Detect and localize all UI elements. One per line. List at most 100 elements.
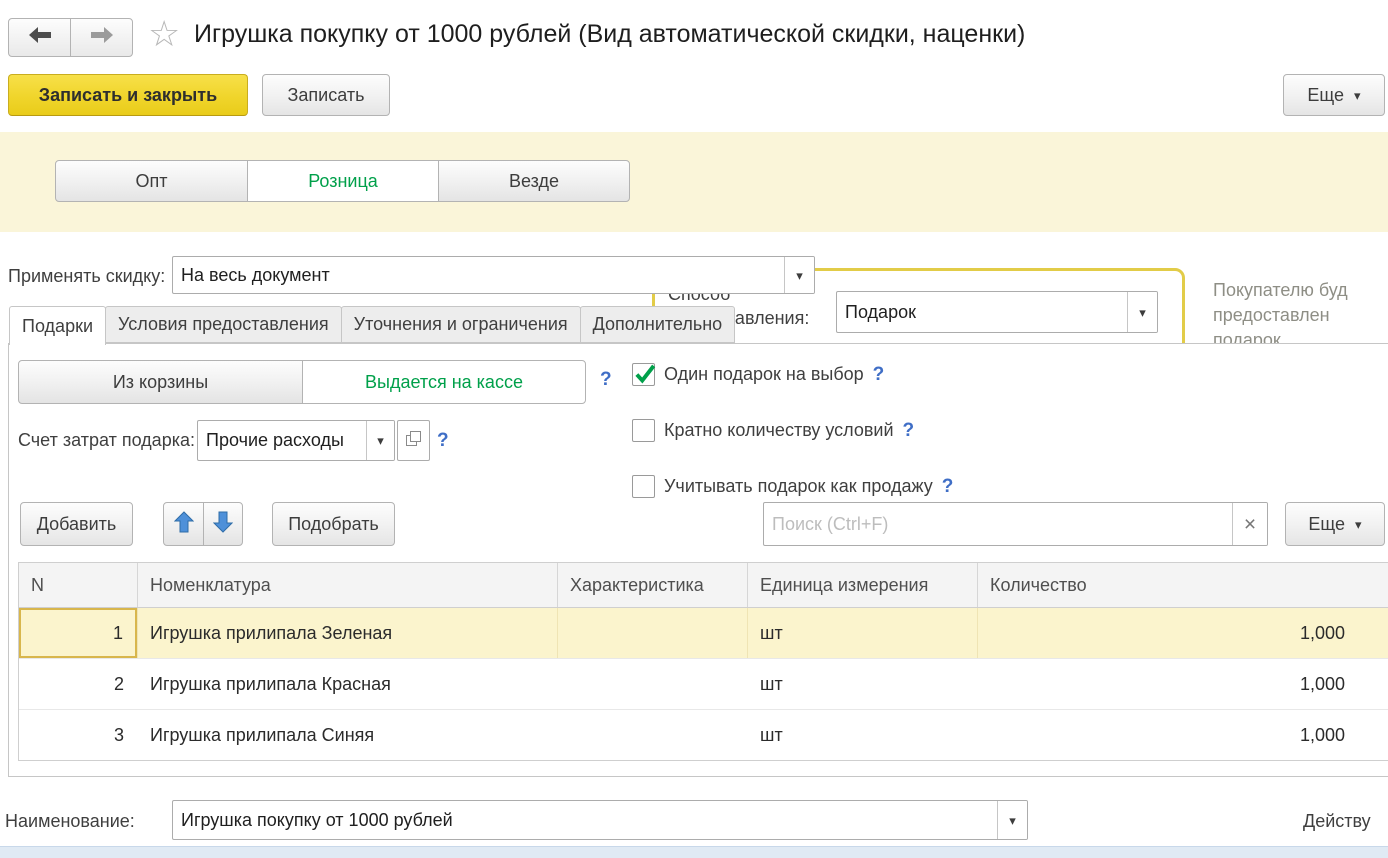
checkmark-icon	[632, 361, 658, 392]
cell-nomenclature[interactable]: Игрушка прилипала Красная	[138, 659, 558, 709]
cost-account-open-button[interactable]	[397, 420, 430, 461]
provision-method-combo[interactable]: ▾	[836, 291, 1158, 333]
chevron-down-icon: ▾	[796, 269, 803, 282]
cost-account-value[interactable]	[198, 421, 366, 460]
cost-account-help-icon[interactable]: ?	[437, 430, 449, 452]
discount-kind-window: ☆ Игрушка покупку от 1000 рублей (Вид ав…	[0, 0, 1388, 858]
forward-arrow-icon	[90, 26, 114, 49]
cell-nomenclature[interactable]: Игрушка прилипала Синяя	[138, 710, 558, 760]
checkbox-row-multiplicity: Кратно количеству условий ?	[632, 419, 914, 442]
table-row[interactable]: 3 Игрушка прилипала Синяя шт 1,000	[19, 710, 1388, 761]
forward-button[interactable]	[70, 18, 133, 57]
count-as-sale-checkbox[interactable]	[632, 475, 655, 498]
segment-roznica[interactable]: Розница	[247, 160, 439, 202]
header-nomenclature[interactable]: Номенклатура	[138, 563, 558, 607]
save-close-button[interactable]: Записать и закрыть	[8, 74, 248, 116]
header-characteristic[interactable]: Характеристика	[558, 563, 748, 607]
cell-nomenclature[interactable]: Игрушка прилипала Зеленая	[138, 608, 558, 658]
cell-qty[interactable]: 1,000	[978, 608, 1388, 658]
more-button-list[interactable]: Еще ▾	[1285, 502, 1385, 546]
chevron-down-icon: ▾	[377, 434, 384, 447]
count-as-sale-help-icon[interactable]: ?	[942, 476, 954, 498]
name-dropdown-button[interactable]: ▾	[997, 801, 1027, 839]
table-header-row: N Номенклатура Характеристика Единица из…	[19, 562, 1388, 608]
more-button-list-label: Еще	[1308, 514, 1345, 535]
chevron-down-icon: ▾	[1354, 89, 1361, 102]
provision-method-dropdown-button[interactable]: ▾	[1127, 292, 1157, 332]
apply-discount-value[interactable]	[173, 257, 784, 293]
multiplicity-checkbox[interactable]	[632, 419, 655, 442]
header-unit[interactable]: Единица измерения	[748, 563, 978, 607]
cell-unit[interactable]: шт	[748, 710, 978, 760]
chevron-down-icon: ▾	[1355, 518, 1362, 531]
one-gift-label: Один подарок на выбор	[664, 364, 864, 385]
tab-clarifications[interactable]: Уточнения и ограничения	[341, 306, 581, 343]
provision-hint-text: Покупателю буд предоставлен подарок.	[1213, 278, 1348, 353]
name-input[interactable]	[173, 801, 997, 839]
more-button-top-label: Еще	[1307, 85, 1344, 106]
cost-account-combo[interactable]: ▾	[197, 420, 395, 461]
cell-characteristic[interactable]	[558, 659, 748, 709]
scope-segment-group: Опт Розница Везде	[55, 160, 630, 202]
cell-n[interactable]: 2	[19, 659, 138, 709]
cell-unit[interactable]: шт	[748, 608, 978, 658]
multiplicity-help-icon[interactable]: ?	[903, 420, 915, 442]
more-button-top[interactable]: Еще ▾	[1283, 74, 1385, 116]
checkbox-row-one-gift: Один подарок на выбор ?	[632, 363, 884, 386]
cell-n[interactable]: 1	[19, 608, 138, 658]
count-as-sale-label: Учитывать подарок как продажу	[664, 476, 933, 497]
tab-gifts[interactable]: Подарки	[9, 306, 106, 345]
validity-label: Действу	[1303, 811, 1371, 832]
pick-button[interactable]: Подобрать	[272, 502, 395, 546]
search-clear-button[interactable]: ×	[1232, 503, 1267, 545]
provision-method-value[interactable]	[837, 292, 1127, 332]
header-qty[interactable]: Количество	[978, 563, 1388, 607]
move-buttons-group	[163, 502, 243, 546]
name-combo[interactable]: ▾	[172, 800, 1028, 840]
move-up-button[interactable]	[163, 502, 204, 546]
name-label: Наименование:	[5, 811, 135, 832]
cell-characteristic[interactable]	[558, 710, 748, 760]
header-n[interactable]: N	[19, 563, 138, 607]
one-gift-checkbox[interactable]	[632, 363, 655, 386]
tab-conditions[interactable]: Условия предоставления	[105, 306, 342, 343]
cell-qty[interactable]: 1,000	[978, 659, 1388, 709]
table-row[interactable]: 2 Игрушка прилипала Красная шт 1,000	[19, 659, 1388, 710]
cost-account-label: Счет затрат подарка:	[18, 430, 195, 451]
cell-characteristic[interactable]	[558, 608, 748, 658]
scope-panel: Опт Розница Везде Способ предоставления:…	[0, 132, 1388, 232]
tab-additional[interactable]: Дополнительно	[580, 306, 736, 343]
multiplicity-label: Кратно количеству условий	[664, 420, 894, 441]
source-segment-cashdesk[interactable]: Выдается на кассе	[302, 360, 586, 404]
segment-vezde[interactable]: Везде	[438, 160, 630, 202]
source-help-icon[interactable]: ?	[600, 369, 612, 391]
favorite-star-icon[interactable]: ☆	[148, 16, 180, 52]
apply-discount-label: Применять скидку:	[8, 266, 165, 287]
history-nav-group	[8, 18, 133, 57]
search-input[interactable]	[764, 503, 1232, 545]
cost-account-dropdown-button[interactable]: ▾	[366, 421, 394, 460]
page-title: Игрушка покупку от 1000 рублей (Вид авто…	[194, 20, 1025, 49]
search-box: ×	[763, 502, 1268, 546]
clear-icon: ×	[1244, 514, 1256, 535]
segment-opt[interactable]: Опт	[55, 160, 248, 202]
cell-unit[interactable]: шт	[748, 659, 978, 709]
arrow-down-icon	[213, 511, 233, 538]
source-segment-basket[interactable]: Из корзины	[18, 360, 303, 404]
cell-qty[interactable]: 1,000	[978, 710, 1388, 760]
add-button[interactable]: Добавить	[20, 502, 133, 546]
apply-discount-dropdown-button[interactable]: ▾	[784, 257, 814, 293]
gifts-table: N Номенклатура Характеристика Единица из…	[18, 562, 1388, 761]
gift-source-segment-group: Из корзины Выдается на кассе	[18, 360, 586, 404]
arrow-up-icon	[174, 511, 194, 538]
checkbox-row-count-as-sale: Учитывать подарок как продажу ?	[632, 475, 953, 498]
save-button[interactable]: Записать	[262, 74, 390, 116]
chevron-down-icon: ▾	[1139, 306, 1146, 319]
back-button[interactable]	[8, 18, 71, 57]
open-list-icon	[404, 429, 423, 453]
table-row[interactable]: 1 Игрушка прилипала Зеленая шт 1,000	[19, 608, 1388, 659]
apply-discount-combo[interactable]: ▾	[172, 256, 815, 294]
one-gift-help-icon[interactable]: ?	[873, 364, 885, 386]
cell-n[interactable]: 3	[19, 710, 138, 760]
move-down-button[interactable]	[203, 502, 243, 546]
